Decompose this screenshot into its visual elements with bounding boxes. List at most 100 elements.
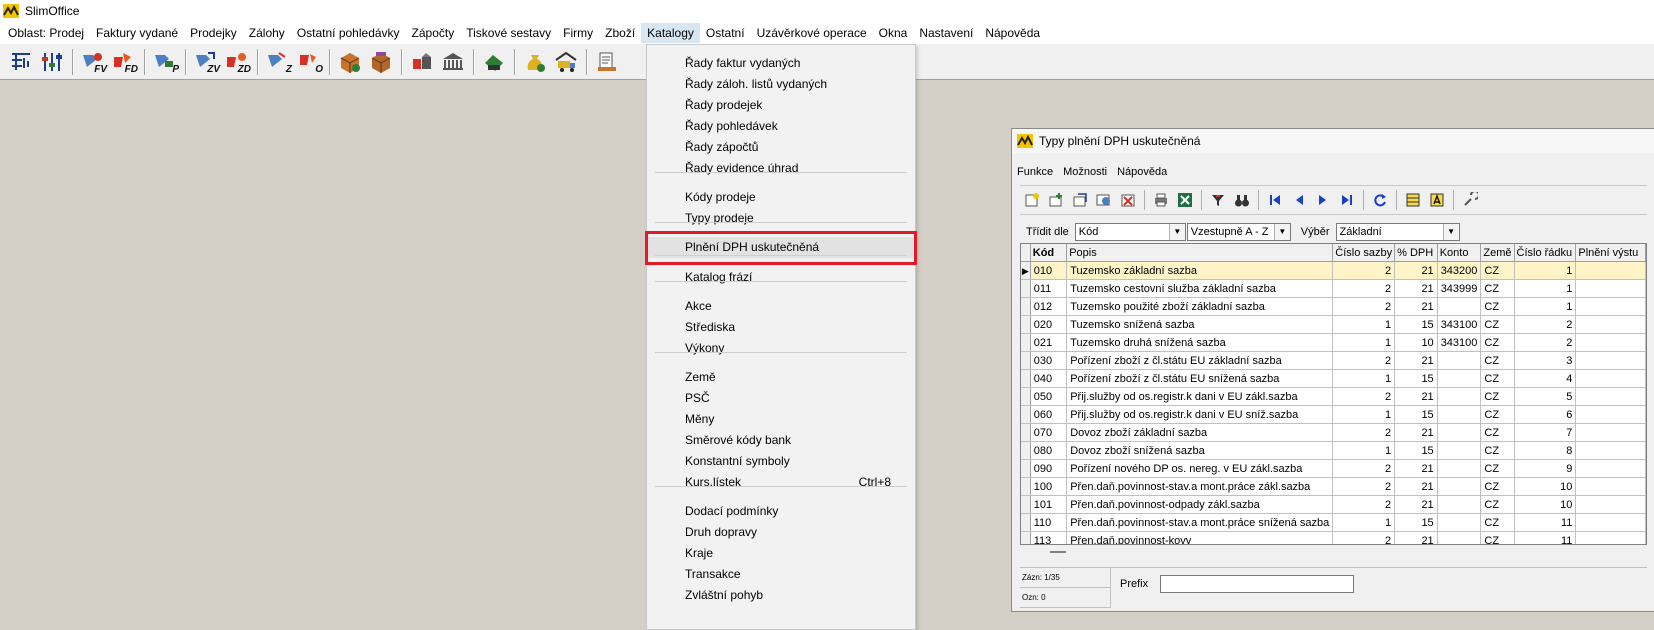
catalog-menu-item[interactable]: Transakce: [647, 564, 915, 585]
catalog-menu-item[interactable]: Kódy prodeje: [647, 187, 915, 208]
grid-horizontal-scrollbar[interactable]: [1020, 545, 1647, 559]
catalog-menu-item[interactable]: Konstantní symboly: [647, 451, 915, 472]
menu-item[interactable]: Firmy: [557, 23, 599, 43]
table-row[interactable]: 011 Tuzemsko cestovní služba základní saz…: [1021, 279, 1646, 298]
toolbar-money-bag-button[interactable]: [520, 47, 549, 76]
menu-item[interactable]: Okna: [873, 23, 914, 43]
toolbar-p-button[interactable]: P: [150, 47, 179, 76]
catalog-menu-item[interactable]: Řady záloh. listů vydaných: [647, 74, 915, 95]
toolbar-zd-button[interactable]: ZD: [222, 47, 251, 76]
toolbar-bank-button[interactable]: [438, 47, 467, 76]
table-row[interactable]: 021 Tuzemsko druhá snížená sazba 1 10 343100…: [1021, 333, 1646, 352]
columns-button[interactable]: [1404, 191, 1422, 209]
font-button[interactable]: [1428, 191, 1446, 209]
catalog-menu-item[interactable]: Řady faktur vydaných: [647, 53, 915, 74]
menu-item[interactable]: Nápověda: [979, 23, 1046, 43]
toolbar-report-button[interactable]: [592, 47, 621, 76]
table-row[interactable]: 012 Tuzemsko použité zboží základní sazba…: [1021, 297, 1646, 316]
table-row[interactable]: 100 Přen.daň.povinnost-stav.a mont.práce …: [1021, 477, 1646, 496]
table-row[interactable]: 113 Přen.daň.povinnost-kovy 2 21 CZ 11: [1021, 531, 1646, 544]
catalog-menu-item[interactable]: Měny: [647, 409, 915, 430]
toolbar-cash-register-button[interactable]: [479, 47, 508, 76]
refresh-button[interactable]: [1371, 191, 1389, 209]
catalog-menu-item[interactable]: Akce: [647, 296, 915, 317]
menu-item[interactable]: Zápočty: [406, 23, 461, 43]
catalog-menu-item[interactable]: Kurs.lístek Ctrl+8: [647, 472, 915, 493]
toolbar-settings-button[interactable]: [6, 47, 35, 76]
column-header[interactable]: Plnění výstu: [1575, 244, 1646, 262]
toolbar-fd-button[interactable]: FD: [109, 47, 138, 76]
table-row[interactable]: 070 Dovoz zboží základní sazba 2 21 CZ 7: [1021, 423, 1646, 442]
menu-item[interactable]: Nastavení: [913, 23, 979, 43]
catalog-menu-item[interactable]: Typy prodeje: [647, 208, 915, 229]
sort-order-select[interactable]: Vzestupně A - Z ▼: [1186, 223, 1291, 241]
view-record-button[interactable]: [1095, 191, 1113, 209]
last-record-button[interactable]: [1338, 191, 1356, 209]
window-menu-item[interactable]: Možnosti: [1058, 163, 1112, 181]
menu-item[interactable]: Prodejky: [184, 23, 243, 43]
menu-item[interactable]: Zálohy: [243, 23, 291, 43]
table-row[interactable]: 050 Přij.služby od os.registr.k dani v EU…: [1021, 387, 1646, 406]
menu-item[interactable]: Zboží: [599, 23, 641, 43]
column-header[interactable]: Kód: [1030, 244, 1068, 262]
catalog-menu-item[interactable]: Druh dopravy: [647, 522, 915, 543]
toolbar-goods-button[interactable]: [335, 47, 364, 76]
toolbar-o-button[interactable]: O: [294, 47, 323, 76]
menu-item[interactable]: Tiskové sestavy: [460, 23, 557, 43]
table-row[interactable]: ▶ 010 Tuzemsko základní sazba 2 21 343200 CZ 1: [1021, 261, 1646, 280]
sort-field-select[interactable]: Kód ▼: [1074, 223, 1186, 241]
table-row[interactable]: 101 Přen.daň.povinnost-odpady zákl.sazba 2…: [1021, 495, 1646, 514]
catalog-menu-item[interactable]: Zvláštní pohyb: [647, 585, 915, 606]
catalog-menu-item[interactable]: Směrové kódy bank: [647, 430, 915, 451]
column-header[interactable]: Konto: [1437, 244, 1482, 262]
catalog-menu-item[interactable]: Řady prodejek: [647, 95, 915, 116]
table-row[interactable]: 030 Pořízení zboží z čl.státu EU základní…: [1021, 351, 1646, 370]
toolbar-sliders-button[interactable]: [37, 47, 66, 76]
catalog-menu-item[interactable]: Kraje: [647, 543, 915, 564]
filter-button[interactable]: [1209, 191, 1227, 209]
catalog-menu-item[interactable]: Výkony: [647, 338, 915, 359]
new-record-button[interactable]: [1023, 191, 1041, 209]
toolbar-zv-button[interactable]: ZV: [191, 47, 220, 76]
toolbar-z-button[interactable]: Z: [263, 47, 292, 76]
menu-item[interactable]: Katalogy: [641, 23, 700, 43]
catalog-menu-item[interactable]: Řady zápočtů: [647, 137, 915, 158]
catalog-menu-item[interactable]: Země: [647, 367, 915, 388]
first-record-button[interactable]: [1266, 191, 1284, 209]
filter-select[interactable]: Základní ▼: [1335, 223, 1460, 241]
catalog-menu-item[interactable]: Řady evidence úhrad: [647, 158, 915, 179]
table-row[interactable]: 020 Tuzemsko snížená sazba 1 15 343100 CZ 2: [1021, 315, 1646, 334]
column-header[interactable]: Číslo řádku: [1514, 244, 1577, 262]
catalog-menu-item[interactable]: Řady pohledávek: [647, 116, 915, 137]
window-menu-item[interactable]: Funkce: [1012, 163, 1058, 181]
delete-record-button[interactable]: [1119, 191, 1137, 209]
table-row[interactable]: 040 Pořízení zboží z čl.státu EU snížená …: [1021, 369, 1646, 388]
toolbar-firms-button[interactable]: [407, 47, 436, 76]
next-record-button[interactable]: [1314, 191, 1332, 209]
toolbar-delivery-button[interactable]: [551, 47, 580, 76]
default-settings-button[interactable]: [1461, 191, 1479, 209]
catalog-menu-item[interactable]: Dodací podmínky: [647, 501, 915, 522]
menu-item[interactable]: Ostatní pohledávky: [291, 23, 406, 43]
table-row[interactable]: 080 Dovoz zboží snížená sazba 1 15 CZ 8: [1021, 441, 1646, 460]
column-header[interactable]: Popis: [1066, 244, 1334, 262]
add-record-button[interactable]: [1047, 191, 1065, 209]
copy-record-button[interactable]: [1071, 191, 1089, 209]
print-button[interactable]: [1152, 191, 1170, 209]
table-row[interactable]: 110 Přen.daň.povinnost-stav.a mont.práce …: [1021, 513, 1646, 532]
catalog-menu-item[interactable]: Katalog frází: [647, 267, 915, 288]
catalog-menu-item[interactable]: Střediska: [647, 317, 915, 338]
prefix-input[interactable]: [1160, 575, 1354, 593]
column-header[interactable]: Země: [1480, 244, 1515, 262]
menu-item[interactable]: Uzávěrkové operace: [751, 23, 873, 43]
window-menu-item[interactable]: Nápověda: [1112, 163, 1172, 181]
export-excel-button[interactable]: [1176, 191, 1194, 209]
catalog-menu-item[interactable]: PSČ: [647, 388, 915, 409]
menu-item[interactable]: Oblast: Prodej: [2, 23, 90, 43]
menu-item[interactable]: Ostatní: [700, 23, 751, 43]
toolbar-fv-button[interactable]: FV: [78, 47, 107, 76]
table-row[interactable]: 090 Pořízení nového DP os. nereg. v EU zá…: [1021, 459, 1646, 478]
menu-item[interactable]: Faktury vydané: [90, 23, 184, 43]
find-button[interactable]: [1233, 191, 1251, 209]
column-header[interactable]: Číslo sazby: [1332, 244, 1396, 262]
